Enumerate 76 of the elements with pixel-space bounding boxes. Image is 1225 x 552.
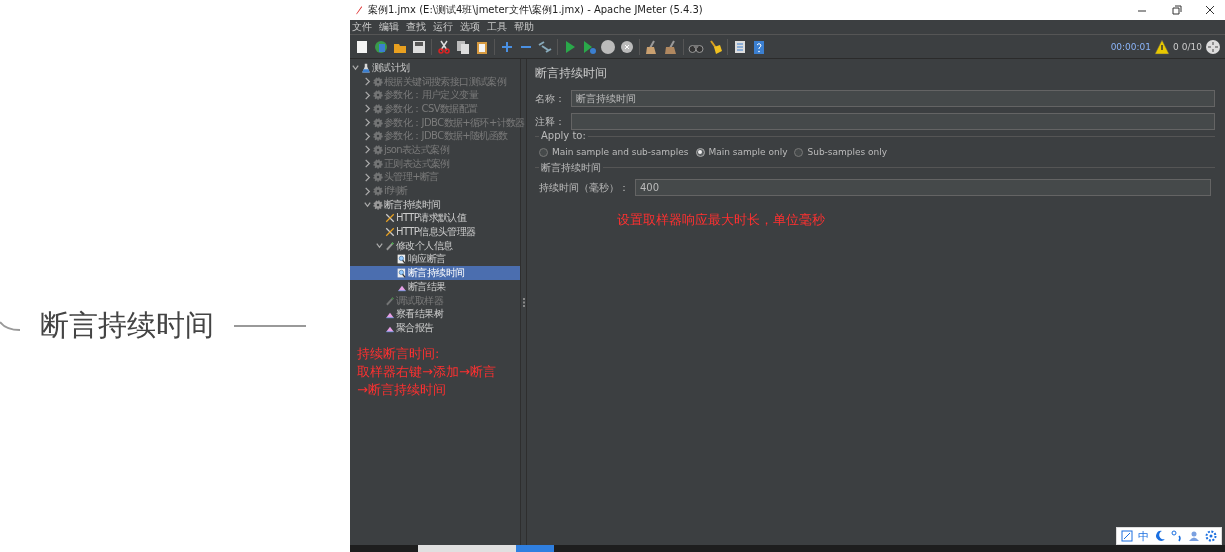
menu-item[interactable]: 编辑 xyxy=(379,20,399,34)
menu-item[interactable]: 帮助 xyxy=(514,20,534,34)
stop-icon[interactable] xyxy=(600,38,616,55)
save-icon[interactable] xyxy=(411,38,427,55)
cut-icon[interactable] xyxy=(436,38,452,55)
list-icon[interactable] xyxy=(732,38,748,55)
menu-item[interactable]: 运行 xyxy=(433,20,453,34)
tree-item[interactable]: 察看结果树 xyxy=(350,307,520,322)
input-field[interactable]: 断言持续时间 xyxy=(571,90,1215,107)
input-field[interactable] xyxy=(571,113,1215,130)
field-label: 名称： xyxy=(535,91,565,106)
magnifier-icon xyxy=(397,254,407,265)
gear-icon xyxy=(373,103,383,114)
remote-icon[interactable] xyxy=(1205,38,1221,55)
elapsed-time: 00:00:01 xyxy=(1110,41,1152,52)
tree-item[interactable]: 修改个人信息 xyxy=(350,238,520,253)
wrench-icon xyxy=(385,227,395,238)
toggle-icon[interactable] xyxy=(537,38,553,55)
play-no-pause-icon[interactable] xyxy=(581,38,597,55)
tree-item[interactable]: 响应断言 xyxy=(350,252,520,267)
menu-item[interactable]: 查找 xyxy=(406,20,426,34)
annotation-text: 取样器右键→添加→断言 xyxy=(357,362,497,381)
menu-item[interactable]: 选项 xyxy=(460,20,480,34)
pencil-icon xyxy=(385,240,395,251)
feather-icon xyxy=(354,4,364,16)
gear-icon xyxy=(373,144,383,155)
flask-icon xyxy=(361,62,371,73)
annotation-text: →断言持续时间 xyxy=(357,380,447,399)
magnifier-icon xyxy=(397,268,407,279)
splitter-handle[interactable] xyxy=(522,297,525,307)
annotation-text: 设置取样器响应最大时长，单位毫秒 xyxy=(617,211,826,229)
tree-item[interactable]: 聚合报告 xyxy=(350,321,520,335)
tree-item[interactable]: 断言结果 xyxy=(350,280,520,294)
thread-count: 0/10 xyxy=(1181,41,1202,52)
warning-icon[interactable] xyxy=(1154,38,1171,55)
new-file-icon[interactable] xyxy=(354,38,370,55)
copy-icon[interactable] xyxy=(455,38,471,55)
connector-line xyxy=(0,320,22,332)
group-label: Apply to: xyxy=(539,130,588,141)
connector-line xyxy=(234,325,306,327)
wrench-icon xyxy=(385,213,395,224)
gear-icon xyxy=(373,186,383,197)
gear-icon xyxy=(373,158,383,169)
broom-icon[interactable] xyxy=(707,38,723,55)
tree-item[interactable]: 测试计划 xyxy=(350,61,520,75)
chevron-down-icon[interactable] xyxy=(363,200,372,210)
mindmap-node[interactable]: 断言持续时间 xyxy=(40,306,214,346)
chevron-down-icon[interactable] xyxy=(375,241,384,251)
annotation-text: 持续断言时间: xyxy=(357,344,441,363)
tree-item[interactable]: 断言持续时间 xyxy=(350,197,520,212)
gear-icon xyxy=(373,76,383,87)
help-icon[interactable] xyxy=(751,38,767,55)
warning-count: 0 xyxy=(1173,41,1179,52)
chevron-down-icon[interactable] xyxy=(351,63,360,73)
shutdown-icon[interactable] xyxy=(619,38,635,55)
input-field[interactable]: 400 xyxy=(635,179,1211,196)
pencil-icon xyxy=(385,295,395,306)
window-title: 案例1.jmx (E:\测试4班\jmeter文件\案例1.jmx) - Apache JMeter (5.4.3) xyxy=(368,3,704,17)
radio-option[interactable]: Sub-samples only xyxy=(794,147,888,157)
group-label: 断言持续时间 xyxy=(539,161,603,175)
broom-icon[interactable] xyxy=(663,38,679,55)
radio-option[interactable]: Main sample and sub-samples xyxy=(539,147,689,157)
tree-item[interactable]: HTTP请求默认值 xyxy=(350,211,520,226)
gear-icon xyxy=(373,199,383,210)
gear-icon xyxy=(373,172,383,183)
field-label: 注释： xyxy=(535,114,565,129)
gear-icon xyxy=(373,117,383,128)
gear-icon xyxy=(373,90,383,101)
radio-option[interactable]: Main sample only xyxy=(695,147,788,157)
menu-item[interactable]: 工具 xyxy=(487,20,507,34)
tree-item[interactable]: 断言持续时间 xyxy=(350,266,520,280)
tree-item[interactable]: HTTP信息头管理器 xyxy=(350,225,520,239)
field-label: 持续时间（毫秒）： xyxy=(539,180,629,195)
menu-item[interactable]: 文件 xyxy=(352,20,372,34)
panel-title: 断言持续时间 xyxy=(535,65,608,82)
gear-icon xyxy=(373,131,383,142)
